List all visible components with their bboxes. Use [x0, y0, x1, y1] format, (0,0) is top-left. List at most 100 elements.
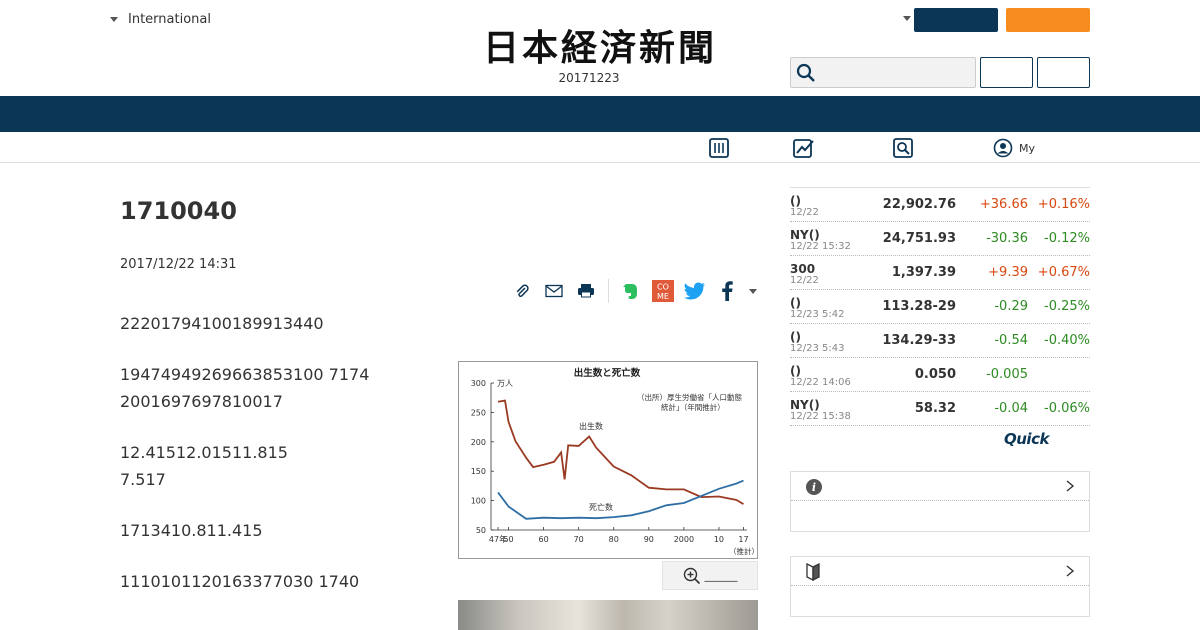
twitter-icon	[684, 282, 705, 300]
subnav-my[interactable]: My	[993, 137, 1035, 159]
y-tick-label: 200	[471, 438, 486, 447]
info-box-header[interactable]: i	[791, 472, 1089, 501]
article-figure[interactable]: 出生数と死亡数 万人 （出所）厚生労働省「人口動態 統計」（年間推計） 出生数 …	[458, 361, 759, 559]
paragraph-line: 1713410.811.415	[120, 521, 263, 540]
market-change-pct: -0.06%	[1044, 401, 1090, 416]
svg-text:i: i	[812, 481, 816, 494]
market-row[interactable]: NY() 12/22 15:32 24,751.93 -30.36 -0.12%	[790, 222, 1090, 256]
facebook-button[interactable]	[715, 279, 739, 303]
x-tick-label: 90	[644, 535, 654, 544]
chevron-right-icon	[1066, 565, 1075, 577]
print-button[interactable]	[574, 279, 598, 303]
market-name: ()	[790, 330, 801, 344]
market-change-pct: +0.16%	[1037, 197, 1090, 212]
share-more-caret-icon[interactable]	[749, 288, 757, 294]
market-change: -0.04	[994, 401, 1028, 416]
zoom-in-icon	[683, 567, 700, 584]
market-change-pct: -0.40%	[1044, 333, 1090, 348]
article-paragraph: 1110101120163377030 1740	[120, 568, 359, 595]
x-tick-label: 50	[503, 535, 513, 544]
market-price: 24,751.93	[882, 231, 956, 246]
main-nav-bar[interactable]	[0, 96, 1200, 132]
clip-icon	[516, 284, 529, 297]
twitter-button[interactable]	[683, 279, 707, 303]
svg-text:CO: CO	[657, 283, 669, 292]
market-time: 12/22 14:06	[790, 377, 851, 388]
subnav-search[interactable]	[892, 137, 914, 159]
beginner-box	[790, 556, 1090, 617]
y-tick-label: 150	[471, 467, 486, 476]
login-button[interactable]	[980, 57, 1033, 88]
chart-icon	[793, 139, 814, 158]
market-name: NY()	[790, 398, 820, 412]
article-date: 2017/12/22 14:31	[120, 257, 237, 272]
paragraph-line: 7.517	[120, 470, 166, 489]
search-icon	[893, 138, 913, 158]
x-tick-label: 60	[539, 535, 549, 544]
region-selector[interactable]: International	[110, 12, 211, 27]
market-name: ()	[790, 364, 801, 378]
market-row[interactable]: NY() 12/22 15:38 58.32 -0.04 -0.06%	[790, 392, 1090, 426]
trial-button[interactable]	[1006, 8, 1090, 32]
x-tick-label: 17	[738, 535, 748, 544]
search-input[interactable]	[821, 62, 971, 84]
come-button[interactable]: CO ME	[651, 279, 675, 303]
search-box[interactable]	[790, 57, 976, 88]
births-deaths-chart: 出生数と死亡数 万人 （出所）厚生労働省「人口動態 統計」（年間推計） 出生数 …	[471, 367, 759, 556]
market-price: 0.050	[914, 367, 956, 382]
evernote-button[interactable]	[619, 279, 643, 303]
region-label: International	[128, 12, 211, 27]
market-change: -0.005	[986, 367, 1028, 382]
subnav-chart[interactable]	[792, 137, 816, 159]
article-paragraph: 12.41512.01511.815 7.517	[120, 439, 288, 493]
svg-text:ME: ME	[657, 292, 669, 301]
market-row[interactable]: () 12/23 5:43 134.29-33 -0.54 -0.40%	[790, 324, 1090, 358]
facebook-icon	[722, 281, 733, 301]
evernote-icon	[623, 284, 637, 299]
market-row[interactable]: () 12/22 22,902.76 +36.66 +0.16%	[790, 188, 1090, 222]
zoom-figure-button[interactable]: ______	[662, 561, 758, 590]
share-bar: CO ME	[510, 278, 757, 304]
beginner-mark-icon	[806, 563, 820, 581]
beginner-box-header[interactable]	[791, 557, 1089, 586]
market-time: 12/22	[790, 275, 819, 286]
quick-logo[interactable]: Quick	[1004, 430, 1049, 448]
article-title: 1710040	[120, 197, 237, 225]
chart-source-line1: （出所）厚生労働省「人口動態	[637, 392, 742, 402]
info-icon: i	[806, 479, 822, 495]
subscribe-button[interactable]	[914, 8, 998, 32]
user-icon	[993, 138, 1013, 158]
market-change: -30.36	[986, 231, 1028, 246]
x-tick-label: 80	[609, 535, 619, 544]
market-price: 1,397.39	[891, 265, 956, 280]
paragraph-line: 12.41512.01511.815	[120, 443, 288, 462]
article-photo[interactable]	[458, 600, 758, 630]
article-paragraph: 19474949269663853100 7174 20016976978100…	[120, 361, 369, 415]
market-row[interactable]: 300 12/22 1,397.39 +9.39 +0.67%	[790, 256, 1090, 290]
come-icon: CO ME	[652, 280, 674, 302]
paragraph-line: 19474949269663853100 7174	[120, 365, 370, 384]
market-row[interactable]: () 12/22 14:06 0.050 -0.005	[790, 358, 1090, 392]
market-name: ()	[790, 296, 801, 310]
subnav-keypad[interactable]	[708, 137, 730, 159]
mail-button[interactable]	[542, 279, 566, 303]
site-header: International 日本経済新聞 20171223	[0, 0, 1200, 96]
paragraph-line: 1110101120163377030 1740	[120, 572, 360, 591]
y-tick-label: 300	[471, 379, 486, 388]
account-caret-icon[interactable]	[903, 16, 911, 21]
market-change: +9.39	[988, 265, 1028, 280]
x-estimate-label: （推計）	[729, 546, 757, 556]
signup-button[interactable]	[1037, 57, 1090, 88]
market-price: 58.32	[914, 401, 956, 416]
series-line	[497, 399, 744, 505]
edition-date: 20171223	[558, 71, 620, 85]
mail-icon	[545, 284, 563, 298]
chart-unit-label: 万人	[497, 379, 513, 388]
market-name: NY()	[790, 228, 820, 242]
clip-button[interactable]	[510, 279, 534, 303]
x-tick-label: 70	[574, 535, 584, 544]
market-row[interactable]: () 12/23 5:42 113.28-29 -0.29 -0.25%	[790, 290, 1090, 324]
paragraph-line: 2001697697810017	[120, 392, 283, 411]
site-logo[interactable]: 日本経済新聞	[450, 28, 750, 68]
deaths-series-label: 死亡数	[589, 502, 613, 512]
